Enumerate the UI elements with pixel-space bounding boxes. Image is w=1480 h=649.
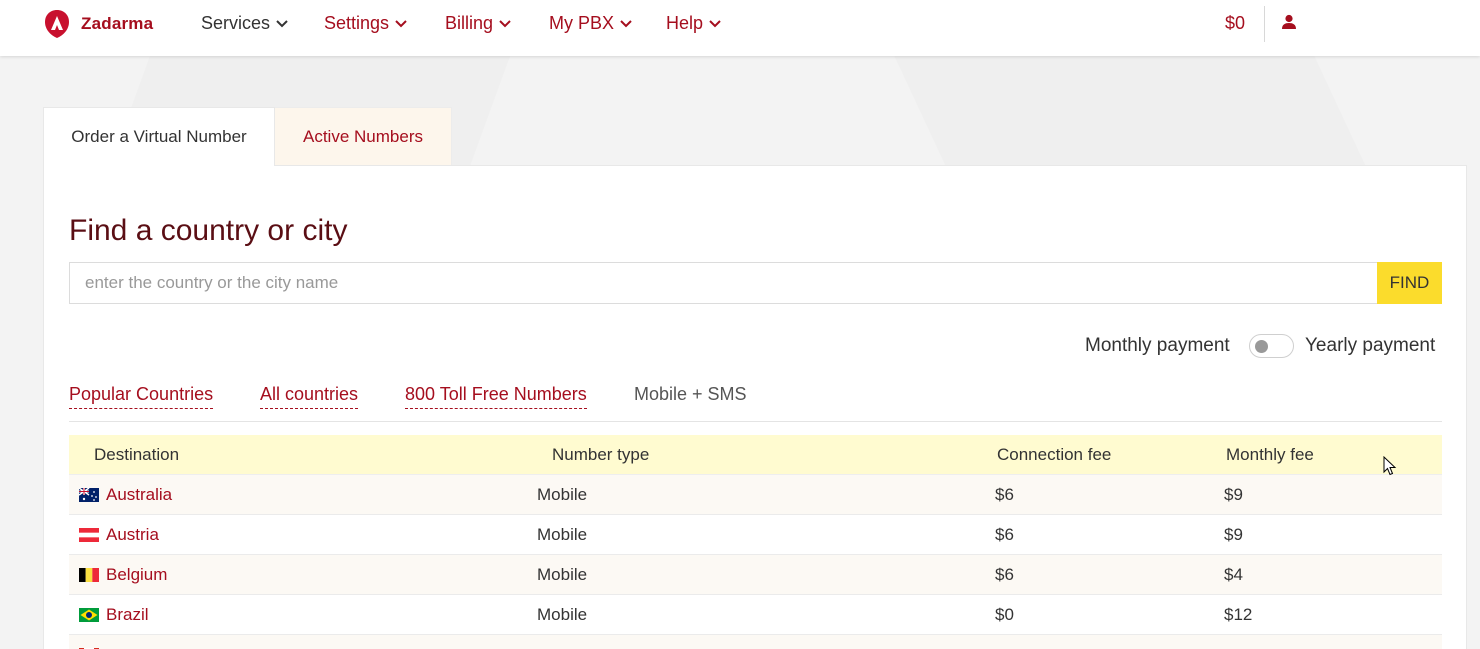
- divider: [1264, 6, 1265, 42]
- nav-services[interactable]: Services: [201, 13, 288, 34]
- monthly-fee-cell: $12: [1224, 605, 1253, 624]
- table-row[interactable]: [69, 635, 1442, 649]
- connection-fee-cell: $6: [995, 525, 1014, 544]
- nav-help[interactable]: Help: [666, 13, 721, 34]
- table-row[interactable]: Brazil Mobile $0 $12: [69, 595, 1442, 635]
- user-icon[interactable]: [1281, 14, 1297, 30]
- tab-active-numbers[interactable]: Active Numbers: [274, 107, 452, 166]
- top-navigation: Zadarma Services Settings Billing My PBX…: [0, 0, 1480, 56]
- connection-fee-cell: $6: [995, 565, 1014, 584]
- tab-order-virtual-number[interactable]: Order a Virtual Number: [43, 107, 275, 166]
- br-flag-icon: [79, 608, 99, 622]
- number-type-cell: Mobile: [537, 605, 588, 624]
- monthly-fee-cell: $9: [1224, 525, 1243, 544]
- toggle-knob: [1255, 340, 1268, 353]
- brand-logo[interactable]: Zadarma: [42, 9, 153, 39]
- table-header: Destination Number type Connection fee M…: [69, 435, 1442, 475]
- chevron-down-icon: [709, 19, 721, 27]
- page-title: Find a country or city: [69, 214, 348, 247]
- column-header-destination[interactable]: Destination: [94, 445, 179, 465]
- tab-label: Order a Virtual Number: [71, 127, 247, 146]
- nav-billing-label: Billing: [445, 13, 494, 33]
- be-flag-icon: [79, 568, 99, 582]
- number-type-cell: Mobile: [537, 485, 588, 504]
- table-row[interactable]: Austria Mobile $6 $9: [69, 515, 1442, 555]
- background-shape: [894, 56, 1366, 166]
- tab-label: Active Numbers: [303, 126, 423, 146]
- column-header-number-type[interactable]: Number type: [552, 445, 649, 465]
- search-input[interactable]: [69, 262, 1377, 304]
- nav-settings[interactable]: Settings: [324, 13, 407, 34]
- search-bar: FIND: [69, 262, 1442, 304]
- nav-my-pbx-label: My PBX: [549, 13, 615, 33]
- chevron-down-icon: [620, 19, 632, 27]
- brand-name: Zadarma: [81, 14, 154, 33]
- nav-settings-label: Settings: [324, 13, 390, 33]
- filter-all-countries[interactable]: All countries: [260, 384, 359, 409]
- filter-mobile-sms[interactable]: Mobile + SMS: [634, 384, 747, 408]
- find-button[interactable]: FIND: [1377, 262, 1442, 304]
- au-flag-icon: [79, 488, 99, 502]
- at-flag-icon: [79, 528, 99, 542]
- number-type-cell: Mobile: [537, 565, 588, 584]
- monthly-fee-cell: $9: [1224, 485, 1243, 504]
- chevron-down-icon: [395, 19, 407, 27]
- filter-popular-countries[interactable]: Popular Countries: [69, 384, 214, 409]
- connection-fee-cell: $6: [995, 485, 1014, 504]
- yearly-payment-label: Yearly payment: [1305, 335, 1436, 356]
- nav-services-label: Services: [201, 13, 271, 33]
- connection-fee-cell: $0: [995, 605, 1014, 624]
- monthly-payment-label: Monthly payment: [1085, 335, 1230, 356]
- number-type-cell: Mobile: [537, 525, 588, 544]
- chevron-down-icon: [499, 19, 511, 27]
- destination-link[interactable]: Belgium: [106, 565, 167, 585]
- mouse-cursor-icon: [1383, 456, 1397, 476]
- table-row[interactable]: Australia Mobile $6 $9: [69, 475, 1442, 515]
- destination-link[interactable]: Australia: [106, 485, 172, 505]
- chevron-down-icon: [276, 19, 288, 27]
- nav-my-pbx[interactable]: My PBX: [549, 13, 632, 34]
- destination-link[interactable]: Austria: [106, 525, 159, 545]
- account-balance[interactable]: $0: [1225, 13, 1245, 34]
- nav-billing[interactable]: Billing: [445, 13, 511, 34]
- destination-link[interactable]: Brazil: [106, 605, 149, 625]
- column-header-monthly-fee[interactable]: Monthly fee: [1226, 445, 1314, 465]
- table-row[interactable]: Belgium Mobile $6 $4: [69, 555, 1442, 595]
- divider: [69, 421, 1442, 422]
- payment-period-toggle[interactable]: [1249, 334, 1294, 358]
- zadarma-logo-icon: [45, 10, 69, 38]
- nav-help-label: Help: [666, 13, 704, 33]
- monthly-fee-cell: $4: [1224, 565, 1243, 584]
- filter-toll-free[interactable]: 800 Toll Free Numbers: [405, 384, 587, 409]
- column-header-connection-fee[interactable]: Connection fee: [997, 445, 1111, 465]
